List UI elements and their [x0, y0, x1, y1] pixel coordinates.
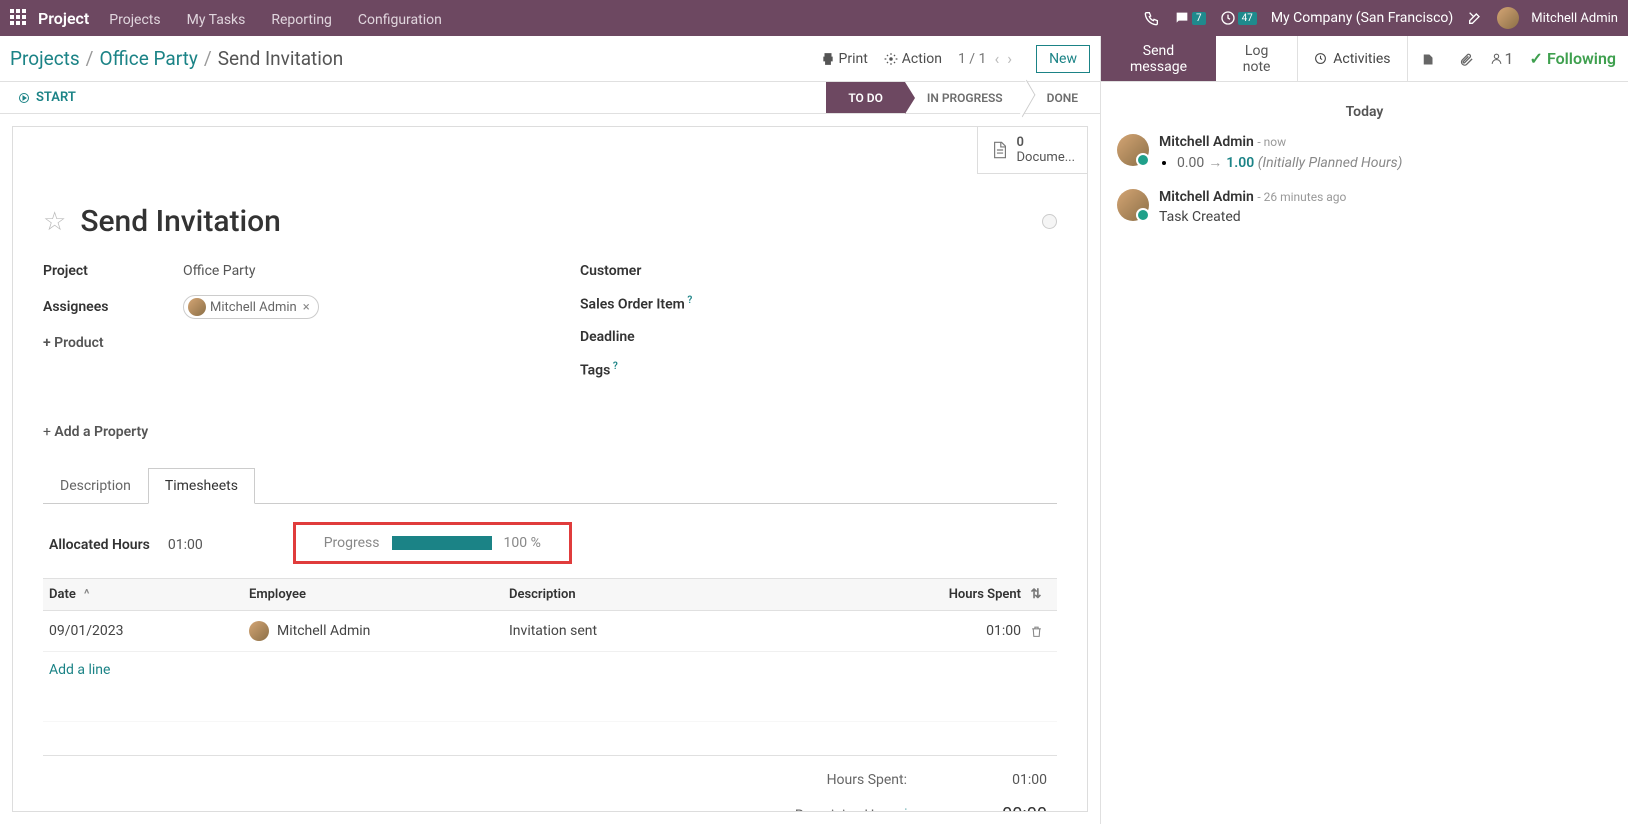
chatter: Send message Log note Activities 1 ✓ Fol… [1100, 36, 1628, 824]
subheader: Projects / Office Party / Send Invitatio… [0, 36, 1100, 82]
message: Mitchell Admin - now 0.00→1.00 (Initiall… [1117, 134, 1612, 171]
add-line-button[interactable]: Add a line [43, 652, 1057, 688]
breadcrumb-current: Send Invitation [218, 47, 343, 70]
log-note-button[interactable]: Log note [1216, 36, 1297, 81]
assignee-chip[interactable]: Mitchell Admin× [183, 295, 319, 319]
col-hours[interactable]: Hours Spent [911, 587, 1021, 602]
add-product-button[interactable]: + Product [43, 335, 104, 351]
label-sales-order: Sales Order Item [580, 295, 720, 313]
stage-done[interactable]: DONE [1025, 82, 1100, 113]
col-description[interactable]: Description [509, 587, 911, 602]
statusbar: START TO DO IN PROGRESS DONE [0, 82, 1100, 114]
hours-spent-value: 01:00 [967, 772, 1047, 788]
progress-bar [392, 536, 492, 550]
following-button[interactable]: ✓ Following [1518, 49, 1628, 68]
paperclip-icon[interactable] [1447, 50, 1486, 68]
remove-assignee-icon[interactable]: × [303, 300, 310, 315]
avatar-icon [1117, 134, 1149, 166]
tab-timesheets[interactable]: Timesheets [148, 468, 255, 504]
label-deadline: Deadline [580, 329, 720, 345]
print-button[interactable]: Print [821, 51, 868, 67]
phone-icon[interactable] [1144, 10, 1160, 26]
label-hours-spent: Hours Spent: [827, 772, 907, 788]
task-title[interactable]: Send Invitation [80, 204, 1028, 239]
message-author[interactable]: Mitchell Admin [1159, 189, 1254, 205]
sort-asc-icon[interactable]: ^ [84, 587, 90, 602]
tools-icon[interactable] [1467, 10, 1483, 26]
apps-icon[interactable] [10, 9, 28, 27]
cell-description[interactable]: Invitation sent [509, 623, 911, 639]
label-tags: Tags [580, 361, 720, 379]
progress-percent: 100 % [504, 535, 541, 551]
breadcrumb: Projects / Office Party / Send Invitatio… [10, 47, 343, 70]
tab-description[interactable]: Description [43, 468, 148, 504]
label-customer: Customer [580, 263, 720, 279]
avatar-icon [188, 298, 206, 316]
add-property-button[interactable]: Add a Property [43, 424, 148, 440]
label-project: Project [43, 263, 183, 279]
message-author[interactable]: Mitchell Admin [1159, 134, 1254, 150]
pager-prev[interactable]: ‹ [994, 49, 999, 68]
col-employee[interactable]: Employee [249, 587, 509, 602]
menu-reporting[interactable]: Reporting [271, 12, 332, 28]
progress-highlight: Progress 100 % [293, 522, 572, 564]
avatar-icon [1117, 189, 1149, 221]
cell-employee[interactable]: Mitchell Admin [249, 621, 509, 641]
menu-configuration[interactable]: Configuration [358, 12, 442, 28]
label-progress: Progress [324, 535, 380, 551]
menu-my-tasks[interactable]: My Tasks [187, 12, 246, 28]
top-menu: Projects My Tasks Reporting Configuratio… [109, 9, 464, 28]
topbar: Project Projects My Tasks Reporting Conf… [0, 0, 1628, 36]
star-icon[interactable]: ☆ [43, 207, 66, 237]
form-sheet: 0Docume... ☆ Send Invitation ProjectOffi… [12, 126, 1088, 812]
follower-count[interactable]: 1 [1486, 49, 1518, 68]
delete-row-icon[interactable] [1021, 623, 1051, 639]
col-date[interactable]: Date [49, 587, 76, 602]
timesheet-row[interactable]: 09/01/2023 Mitchell Admin Invitation sen… [43, 611, 1057, 652]
pager-next[interactable]: › [1007, 49, 1012, 68]
menu-projects[interactable]: Projects [109, 12, 160, 28]
avatar-icon [249, 621, 269, 641]
new-button[interactable]: New [1036, 45, 1090, 73]
activities-button[interactable]: Activities [1297, 36, 1407, 81]
app-brand[interactable]: Project [38, 9, 89, 28]
timesheet-header: Date ^ Employee Description Hours Spent ⇅ [43, 578, 1057, 611]
cell-date[interactable]: 09/01/2023 [49, 623, 249, 639]
user-menu[interactable]: Mitchell Admin [1497, 7, 1618, 29]
start-button[interactable]: START [18, 90, 76, 105]
message: Mitchell Admin - 26 minutes ago Task Cre… [1117, 189, 1612, 225]
action-button[interactable]: Action [884, 51, 942, 67]
document-icon [990, 139, 1009, 161]
documents-button[interactable]: 0Docume... [977, 127, 1087, 174]
field-project[interactable]: Office Party [183, 263, 255, 279]
stage-in-progress[interactable]: IN PROGRESS [905, 82, 1025, 113]
empty-rows [43, 688, 1057, 756]
allocated-hours-value[interactable]: 01:00 [168, 537, 203, 553]
company-name[interactable]: My Company (San Francisco) [1271, 10, 1453, 26]
label-remaining-hours: Remaining Hours [795, 806, 907, 812]
send-message-button[interactable]: Send message [1101, 36, 1216, 81]
column-options-icon[interactable]: ⇅ [1021, 587, 1051, 602]
message-body: Task Created [1159, 209, 1346, 225]
remaining-hours-value: 00:00 [967, 804, 1047, 812]
label-allocated-hours: Allocated Hours [49, 537, 150, 553]
clock-icon[interactable]: 47 [1220, 10, 1257, 26]
stage-todo[interactable]: TO DO [826, 82, 905, 113]
breadcrumb-projects[interactable]: Projects [10, 47, 80, 70]
attachment-icon[interactable] [1408, 50, 1447, 68]
pager: 1 / 1 ‹ › [958, 49, 1012, 68]
breadcrumb-office-party[interactable]: Office Party [100, 47, 198, 70]
messages-icon[interactable]: 7 [1174, 10, 1206, 26]
chat-day-separator: Today [1117, 104, 1612, 120]
priority-dot[interactable] [1042, 214, 1057, 229]
cell-hours[interactable]: 01:00 [911, 623, 1021, 639]
avatar-icon [1497, 7, 1519, 29]
label-assignees: Assignees [43, 299, 183, 315]
